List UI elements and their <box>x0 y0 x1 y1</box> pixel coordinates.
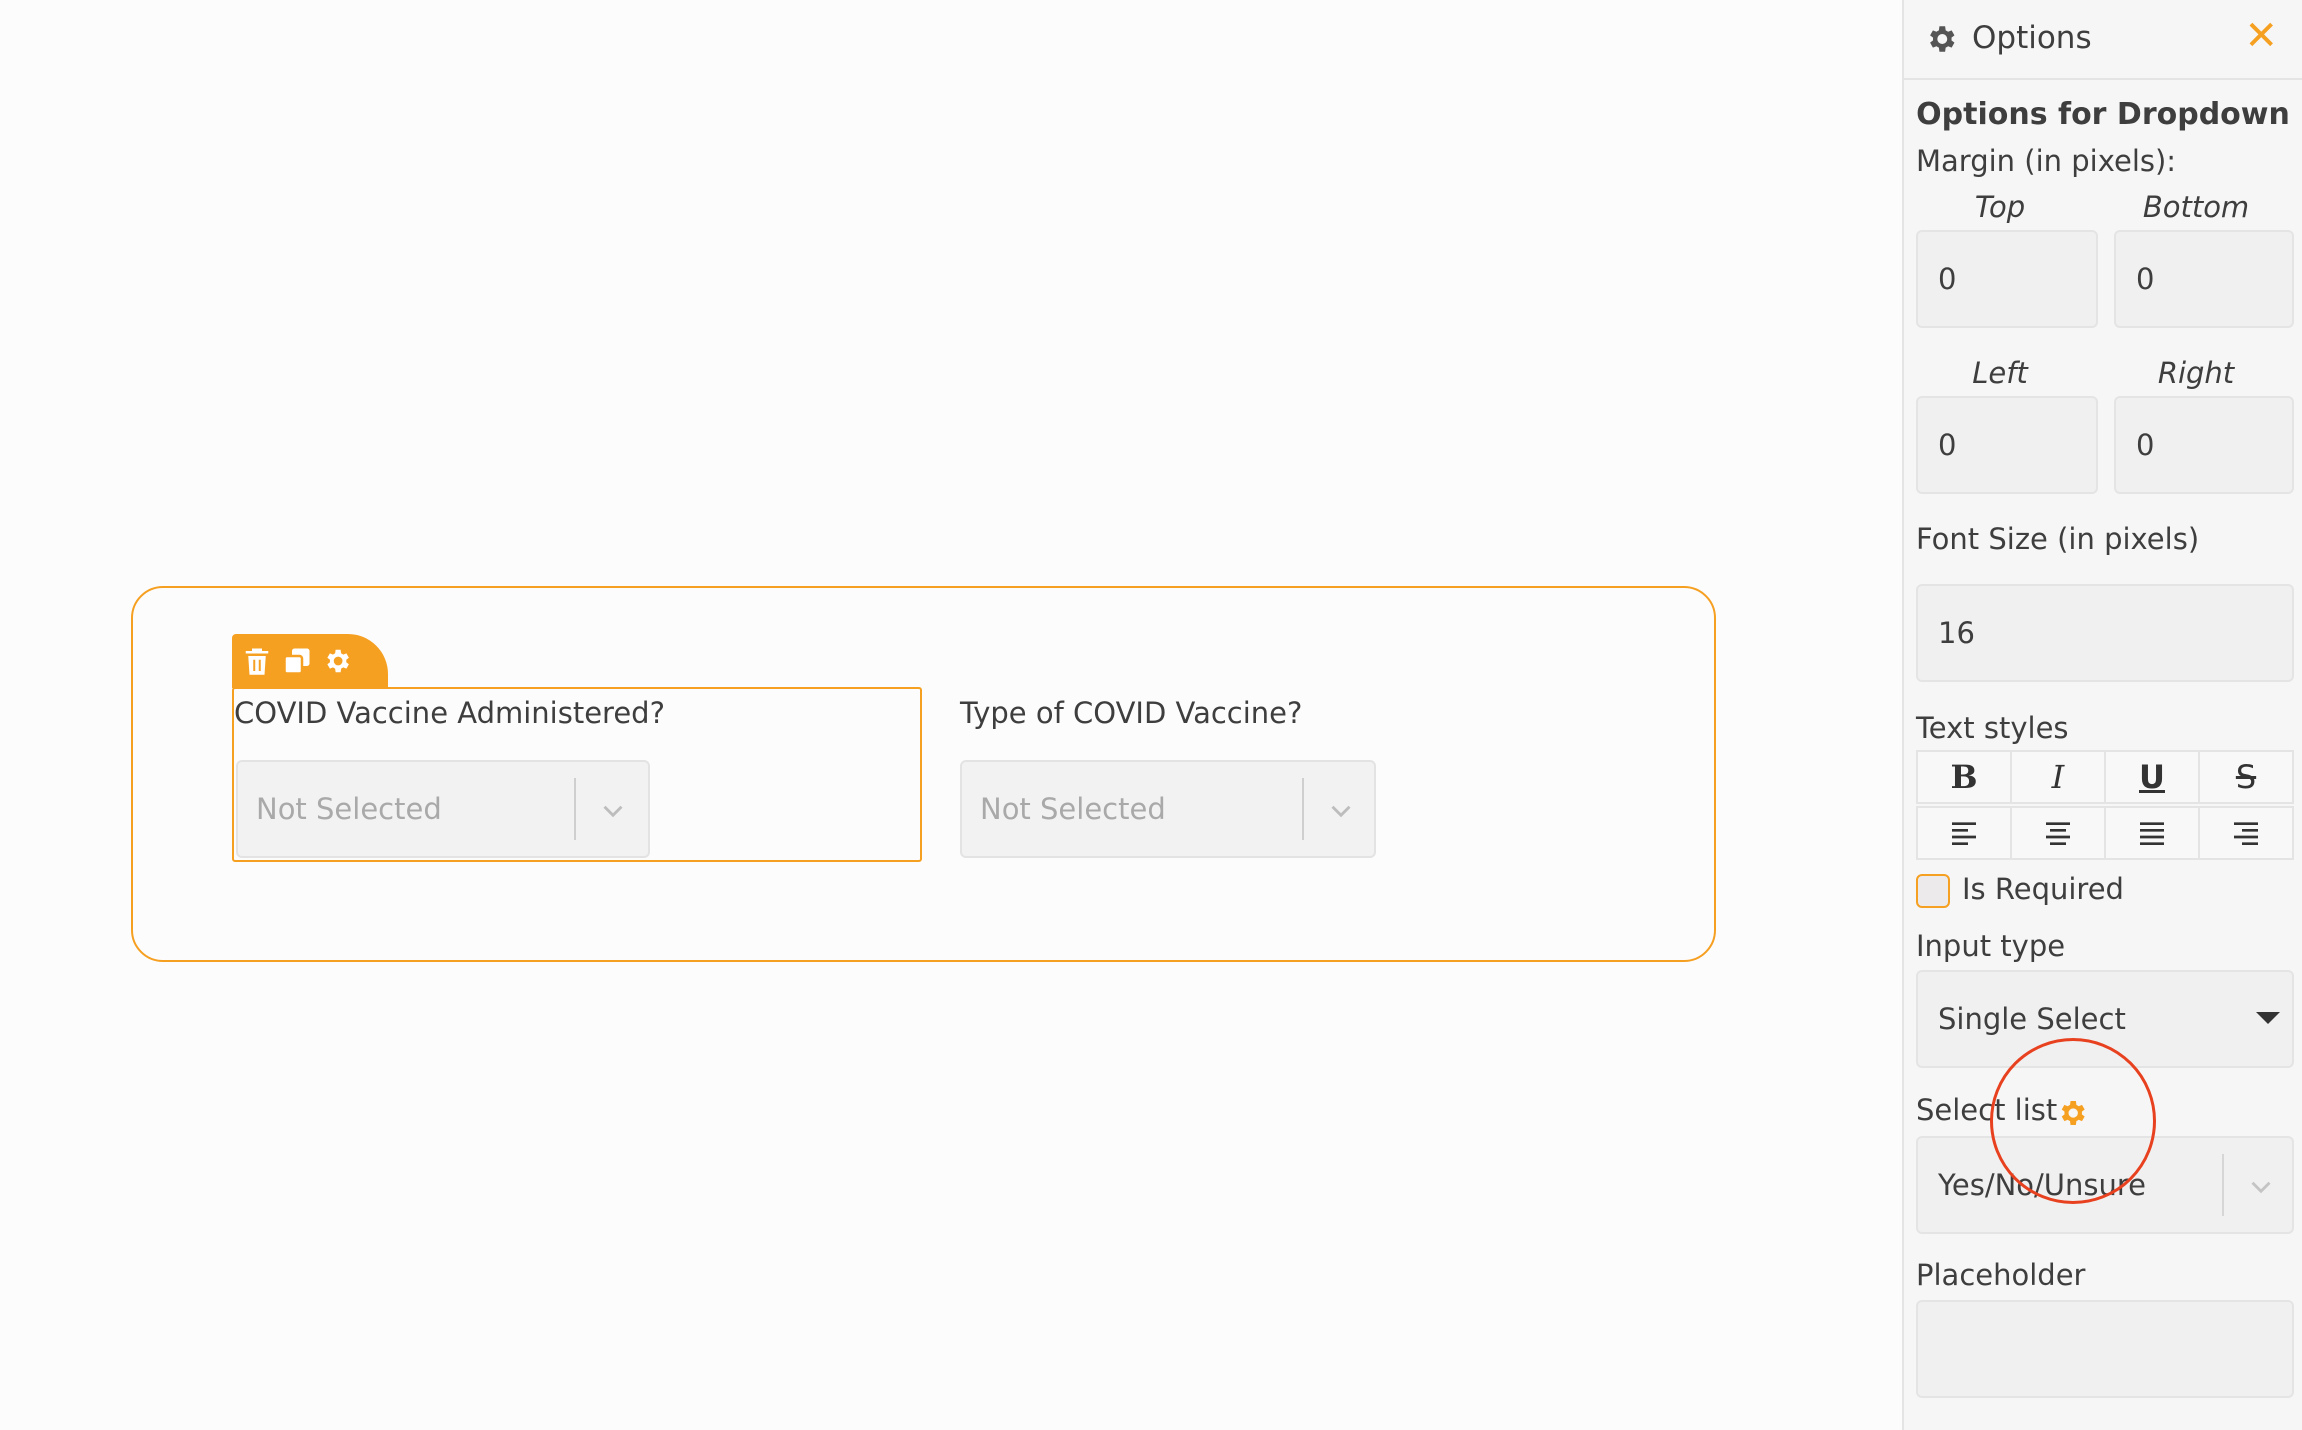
gear-icon[interactable] <box>320 644 354 678</box>
panel-title: Options <box>1972 20 2092 56</box>
field-label-covid-administered: COVID Vaccine Administered? <box>234 696 665 730</box>
chevron-down-icon[interactable] <box>2244 1170 2278 1204</box>
gear-icon[interactable] <box>2056 1097 2088 1129</box>
field-label-vaccine-type: Type of COVID Vaccine? <box>960 696 1303 730</box>
panel-heading: Options for Dropdown <box>1916 97 2290 132</box>
margin-top-label: Top <box>1974 190 2026 224</box>
align-right-button[interactable] <box>2200 806 2294 860</box>
align-center-icon <box>2046 822 2070 845</box>
italic-button[interactable]: I <box>2012 750 2106 804</box>
is-required-checkbox[interactable] <box>1916 874 1950 908</box>
input-type-label: Input type <box>1916 929 2066 963</box>
options-panel-header: Options ✕ <box>1904 0 2302 80</box>
underline-button[interactable]: U <box>2106 750 2200 804</box>
align-justify-button[interactable] <box>2106 806 2200 860</box>
select-list-label: Select list <box>1916 1093 2058 1127</box>
field-toolbar <box>232 634 388 688</box>
placeholder-input[interactable] <box>1916 1300 2294 1398</box>
margin-bottom-label: Bottom <box>2142 190 2250 224</box>
close-icon[interactable]: ✕ <box>2244 16 2278 56</box>
align-left-icon <box>1952 822 1976 845</box>
select-list-dropdown[interactable]: Yes/No/Unsure <box>1916 1136 2294 1234</box>
dropdown-placeholder: Not Selected <box>980 792 1166 826</box>
covid-administered-dropdown[interactable]: Not Selected <box>236 760 650 858</box>
font-size-label: Font Size (in pixels) <box>1916 522 2200 556</box>
margin-left-label: Left <box>1972 356 2028 390</box>
dropdown-placeholder: Not Selected <box>256 792 442 826</box>
form-canvas: COVID Vaccine Administered? Not Selected… <box>0 0 1902 1430</box>
trash-icon[interactable] <box>240 644 274 678</box>
input-type-select[interactable]: Single Select <box>1916 970 2294 1068</box>
options-panel: Options ✕ Options for Dropdown Margin (i… <box>1902 0 2302 1430</box>
dropdown-separator <box>574 778 576 840</box>
align-right-icon <box>2234 822 2258 845</box>
alignment-buttons <box>1916 806 2294 860</box>
align-left-button[interactable] <box>1916 806 2012 860</box>
margin-label: Margin (in pixels): <box>1916 144 2177 178</box>
margin-right-label: Right <box>2157 356 2235 390</box>
font-size-input[interactable]: 16 <box>1916 584 2294 682</box>
select-list-value: Yes/No/Unsure <box>1938 1168 2147 1202</box>
input-type-value: Single Select <box>1938 1002 2126 1036</box>
margin-left-input[interactable]: 0 <box>1916 396 2098 494</box>
duplicate-icon[interactable] <box>280 644 314 678</box>
bold-button[interactable]: B <box>1916 750 2012 804</box>
margin-right-input[interactable]: 0 <box>2114 396 2294 494</box>
dropdown-separator <box>2222 1154 2224 1216</box>
is-required-label: Is Required <box>1962 872 2124 906</box>
text-styles-label: Text styles <box>1916 711 2069 745</box>
align-justify-icon <box>2140 822 2164 845</box>
chevron-down-icon[interactable] <box>596 794 630 828</box>
gear-icon <box>1930 26 1955 52</box>
dropdown-separator <box>1302 778 1304 840</box>
placeholder-label: Placeholder <box>1916 1258 2086 1292</box>
caret-down-icon <box>2256 1012 2280 1024</box>
margin-top-input[interactable]: 0 <box>1916 230 2098 328</box>
vaccine-type-dropdown[interactable]: Not Selected <box>960 760 1376 858</box>
chevron-down-icon[interactable] <box>1324 794 1358 828</box>
margin-bottom-input[interactable]: 0 <box>2114 230 2294 328</box>
text-style-buttons: B I U S <box>1916 750 2294 804</box>
strikethrough-button[interactable]: S <box>2200 750 2294 804</box>
align-center-button[interactable] <box>2012 806 2106 860</box>
